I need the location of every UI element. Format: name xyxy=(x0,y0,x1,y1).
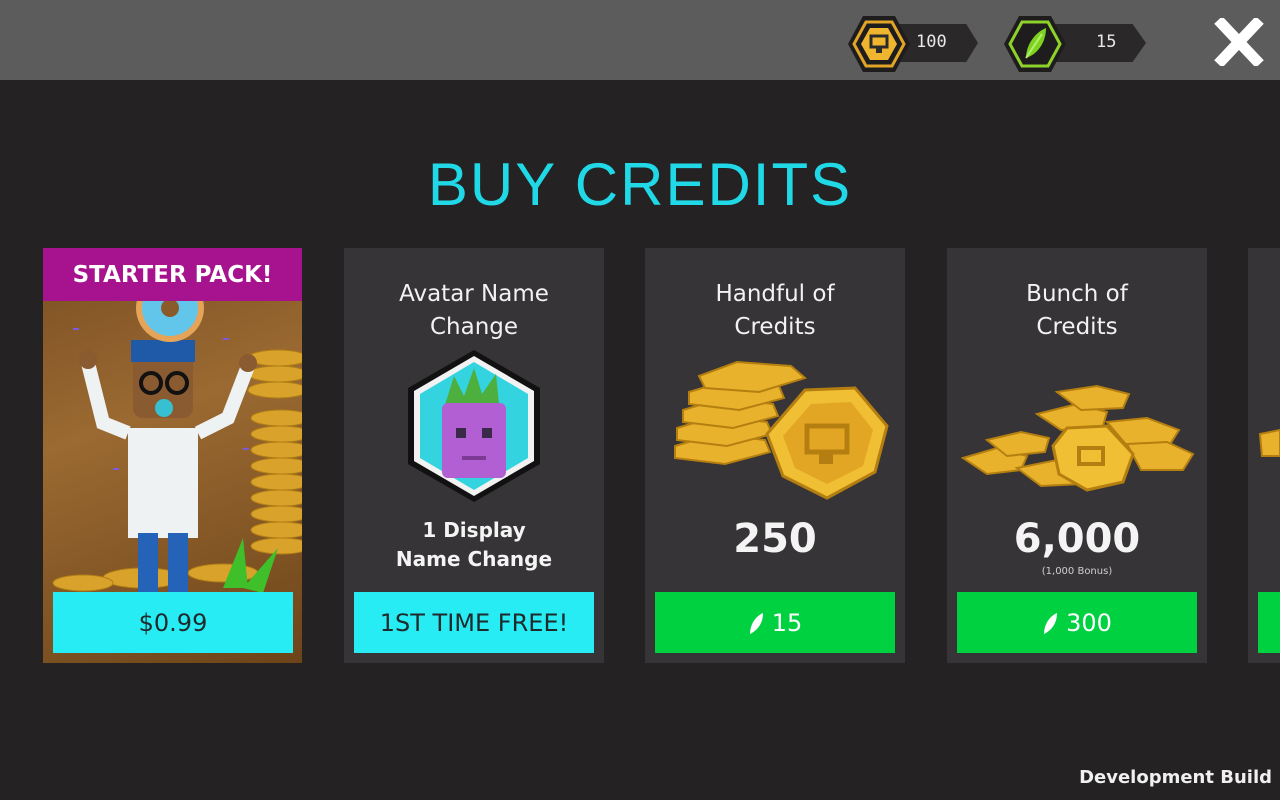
handful-credits-title: Handful of Credits xyxy=(715,281,835,340)
top-bar: 100 15 xyxy=(0,0,1280,80)
handful-credits-buy-button[interactable]: 15 xyxy=(655,592,895,653)
starter-pack-card[interactable]: STARTER PACK! $0.99 xyxy=(43,248,302,663)
bunch-credits-amount: 6,000 xyxy=(1013,516,1141,562)
bunch-credits-title: Bunch of Credits xyxy=(1026,281,1128,340)
bunch-credits-card[interactable]: Bunch of Credits 6,000 (1,000 Bonus) 300 xyxy=(947,248,1207,663)
starter-pack-buy-button[interactable]: $0.99 xyxy=(53,592,293,653)
development-build-label: Development Build xyxy=(1079,767,1272,788)
bunch-credits-bonus: (1,000 Bonus) xyxy=(1041,566,1113,577)
avatar-name-change-subtitle: 1 Display Name Change xyxy=(395,518,553,571)
leaf-gem-icon xyxy=(749,612,763,634)
leaf-gem-icon xyxy=(1044,612,1058,634)
next-offer-buy-button[interactable] xyxy=(1258,592,1280,653)
credit-hex-icon xyxy=(848,16,910,72)
handful-credits-card[interactable]: Handful of Credits 250 15 xyxy=(645,248,905,663)
credits-value: 100 xyxy=(916,32,947,52)
bunch-credits-price: 300 xyxy=(1066,608,1112,637)
credits-balance: 100 xyxy=(846,14,986,74)
next-offer-card[interactable] xyxy=(1248,248,1280,663)
coin-pile-icon xyxy=(960,384,1195,492)
handful-credits-price: 15 xyxy=(771,608,803,637)
avatar-name-change-title: Avatar Name Change xyxy=(399,281,549,340)
handful-credits-amount: 250 xyxy=(733,516,817,562)
starter-pack-banner: STARTER PACK! xyxy=(43,248,302,301)
avatar-name-change-card[interactable]: Avatar Name Change 1 Display Name Change… xyxy=(344,248,604,663)
coin-stack-icon xyxy=(674,360,889,500)
avatar-head-hex-icon xyxy=(408,350,540,502)
leaf-gem-icon xyxy=(1004,16,1066,72)
close-icon[interactable] xyxy=(1214,18,1264,66)
page-title: BUY CREDITS xyxy=(427,151,853,218)
bunch-credits-buy-button[interactable]: 300 xyxy=(957,592,1197,653)
gems-value: 15 xyxy=(1096,32,1117,52)
gems-balance: 15 xyxy=(1002,14,1152,74)
avatar-name-change-button[interactable]: 1ST TIME FREE! xyxy=(354,592,594,653)
coin-pile-icon xyxy=(1258,428,1280,457)
